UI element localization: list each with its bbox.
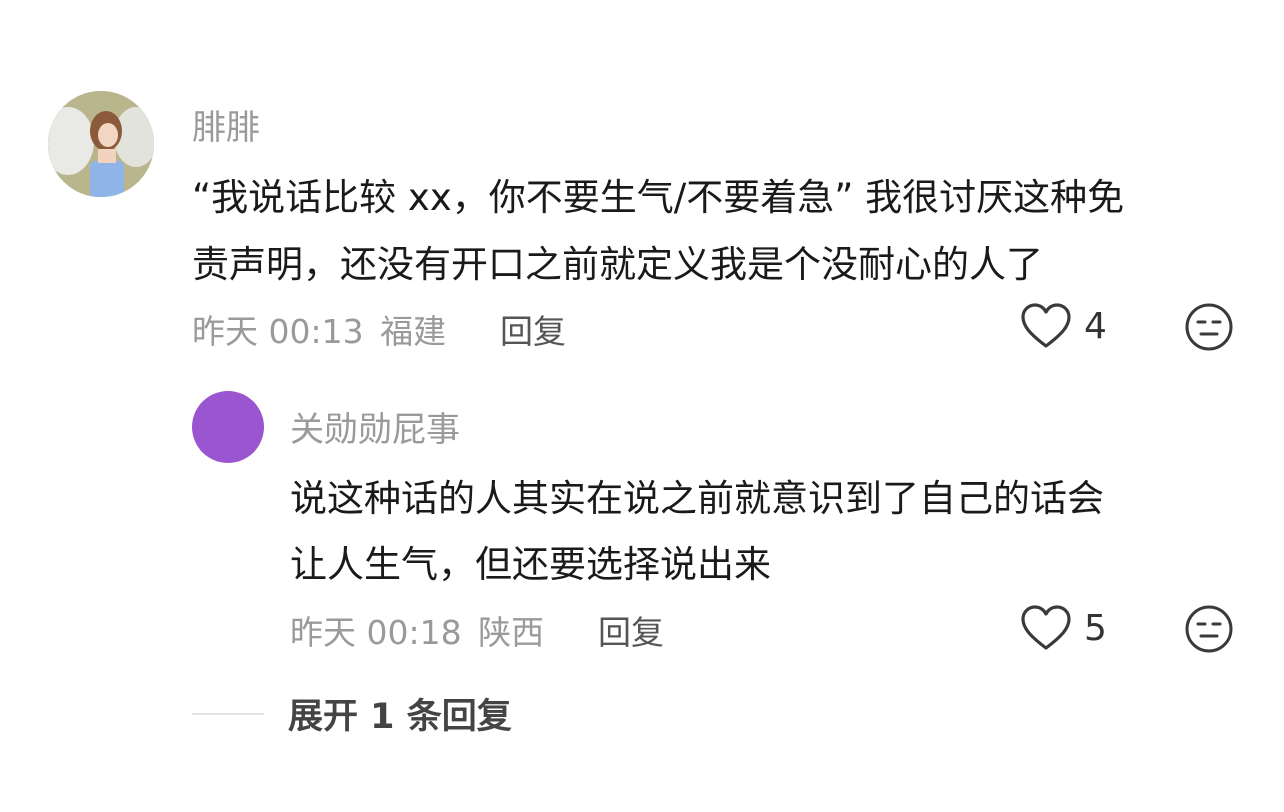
reply-time: 昨天 00:18 bbox=[290, 613, 462, 652]
avatar[interactable] bbox=[48, 91, 154, 197]
expand-replies-label: 展开 1 条回复 bbox=[288, 697, 512, 737]
reply-meta: 昨天 00:18 陕西 bbox=[290, 606, 544, 654]
neutral-face-icon bbox=[1185, 605, 1233, 653]
reply-text-line: 让人生气，但还要选择说出来 bbox=[290, 543, 771, 586]
reply-button[interactable]: 回复 bbox=[500, 305, 566, 353]
comment-time: 昨天 00:13 bbox=[192, 312, 364, 351]
heart-outline-icon bbox=[1021, 605, 1071, 650]
neutral-face-icon bbox=[1185, 303, 1233, 351]
emoji-reaction-button[interactable] bbox=[1184, 604, 1234, 654]
reply-button[interactable]: 回复 bbox=[598, 606, 664, 654]
comment-item: 腓腓 “我说话比较 xx，你不要生气/不要着急” 我很讨厌这种免 责声明，还没有… bbox=[0, 0, 1284, 360]
like-count: 5 bbox=[1084, 607, 1107, 649]
expand-divider bbox=[192, 712, 264, 715]
comment-location: 福建 bbox=[380, 312, 447, 351]
comment-text-line: 责声明，还没有开口之前就定义我是个没耐心的人了 bbox=[192, 243, 1043, 286]
emoji-reaction-button[interactable] bbox=[1184, 302, 1234, 352]
heart-outline-icon bbox=[1021, 303, 1071, 348]
reply-text-line: 说这种话的人其实在说之前就意识到了自己的话会 bbox=[290, 477, 1104, 520]
reply-username[interactable]: 关勋勋屁事 bbox=[290, 402, 460, 451]
like-button[interactable]: 4 bbox=[1020, 302, 1107, 350]
expand-replies-button[interactable]: 展开 1 条回复 bbox=[192, 688, 512, 739]
like-button[interactable]: 5 bbox=[1020, 604, 1107, 652]
comment-meta: 昨天 00:13 福建 bbox=[192, 305, 446, 353]
avatar-photo bbox=[48, 91, 154, 197]
avatar[interactable] bbox=[192, 391, 264, 463]
reply-location: 陕西 bbox=[478, 613, 545, 652]
comment-username[interactable]: 腓腓 bbox=[192, 100, 260, 149]
comment-text-line: “我说话比较 xx，你不要生气/不要着急” 我很讨厌这种免 bbox=[192, 176, 1125, 219]
comment-thread: 腓腓 “我说话比较 xx，你不要生气/不要着急” 我很讨厌这种免 责声明，还没有… bbox=[0, 0, 1284, 812]
like-count: 4 bbox=[1084, 305, 1107, 347]
